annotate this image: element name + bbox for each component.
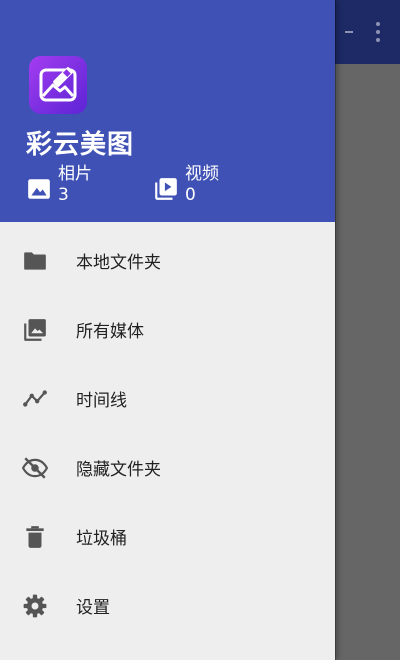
navigation-drawer: 彩云美图 相片 3 视频 0 本地文件夹 所有媒体 时间线 隐藏文件夹 垃圾桶 … xyxy=(0,0,335,660)
menu-item-trash[interactable]: 垃圾桶 xyxy=(0,502,335,571)
minus-icon[interactable] xyxy=(338,12,360,52)
menu-item-all-media[interactable]: 所有媒体 xyxy=(0,295,335,364)
videos-count: 0 xyxy=(185,185,196,205)
folder-icon xyxy=(24,251,46,270)
app-name: 彩云美图 xyxy=(26,130,135,160)
menu-item-local-folders[interactable]: 本地文件夹 xyxy=(0,226,335,295)
timeline-icon xyxy=(23,389,47,407)
photo-library-icon xyxy=(24,318,46,341)
menu-item-label: 本地文件夹 xyxy=(76,253,161,273)
menu-item-hidden-folders[interactable]: 隐藏文件夹 xyxy=(0,433,335,502)
photo-edit-icon xyxy=(29,56,87,114)
photos-stat: 相片 3 xyxy=(26,164,92,206)
image-icon xyxy=(28,179,50,199)
drawer-menu: 本地文件夹 所有媒体 时间线 隐藏文件夹 垃圾桶 设置 xyxy=(0,226,335,640)
visibility-off-icon xyxy=(22,456,48,479)
drawer-header: 彩云美图 相片 3 视频 0 xyxy=(0,0,335,222)
menu-item-label: 设置 xyxy=(76,598,110,618)
more-vert-icon[interactable] xyxy=(366,14,390,50)
photos-label: 相片 xyxy=(58,164,92,184)
video-library-icon xyxy=(155,178,177,200)
videos-stat: 视频 0 xyxy=(153,164,219,206)
settings-icon xyxy=(23,594,47,617)
menu-item-label: 所有媒体 xyxy=(76,322,144,342)
menu-item-label: 时间线 xyxy=(76,391,127,411)
videos-label: 视频 xyxy=(185,164,219,184)
menu-item-label: 隐藏文件夹 xyxy=(76,460,161,480)
photos-count: 3 xyxy=(58,185,69,205)
menu-item-timeline[interactable]: 时间线 xyxy=(0,364,335,433)
menu-item-label: 垃圾桶 xyxy=(76,529,127,549)
menu-item-settings[interactable]: 设置 xyxy=(0,571,335,640)
trash-icon xyxy=(26,525,44,548)
